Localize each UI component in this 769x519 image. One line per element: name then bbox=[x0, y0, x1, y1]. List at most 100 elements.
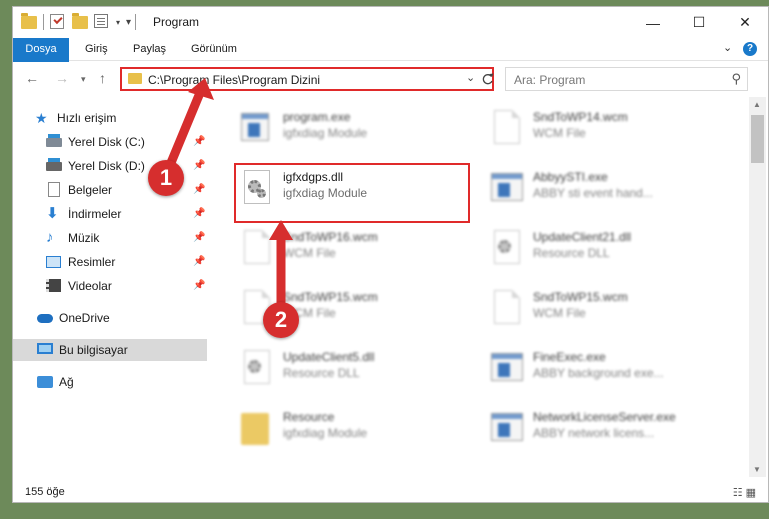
file-name: FineExec.exe bbox=[533, 350, 606, 364]
file-description: WCM File bbox=[283, 246, 336, 260]
scroll-down-icon[interactable]: ▼ bbox=[753, 465, 761, 474]
sidebar-item-downloads[interactable]: ⬇ İndirmeler 📌 bbox=[13, 203, 207, 225]
dll-gear-icon bbox=[241, 347, 273, 387]
up-button[interactable]: ↑ bbox=[99, 70, 106, 86]
file-list: program.exe igfxdiag Module igfxdgps.dll… bbox=[209, 97, 749, 477]
folder-icon bbox=[128, 73, 142, 84]
sidebar-item-pictures[interactable]: Resimler 📌 bbox=[13, 251, 207, 273]
file-item[interactable]: FineExec.exe ABBY background exe... bbox=[483, 343, 723, 391]
file-name: UpdateClient5.dll bbox=[283, 350, 375, 364]
cloud-icon bbox=[37, 310, 53, 326]
chevron-down-icon[interactable]: ▾ bbox=[116, 18, 120, 27]
forward-button[interactable]: → bbox=[55, 70, 69, 86]
properties-icon[interactable] bbox=[94, 14, 110, 30]
sidebar-item-label: İndirmeler bbox=[68, 207, 122, 221]
help-icon[interactable]: ? bbox=[743, 42, 757, 56]
sidebar-item-label: Videolar bbox=[68, 279, 112, 293]
executable-icon bbox=[491, 407, 523, 447]
scroll-up-icon[interactable]: ▲ bbox=[753, 100, 761, 109]
sidebar-item-network[interactable]: Ağ bbox=[13, 371, 207, 393]
search-box[interactable]: Ara: Program ⚲ bbox=[505, 67, 748, 91]
properties-check-icon[interactable] bbox=[50, 14, 66, 30]
pin-icon[interactable]: 📌 bbox=[193, 232, 205, 243]
file-name: Resource bbox=[283, 410, 335, 424]
file-icon bbox=[491, 107, 523, 147]
scrollbar-thumb[interactable] bbox=[751, 115, 764, 163]
file-item[interactable]: SndToWP15.wcm WCM File bbox=[483, 283, 723, 331]
sidebar-item-this-pc[interactable]: Bu bilgisayar bbox=[13, 339, 207, 361]
file-name: SndToWP15.wcm bbox=[283, 290, 378, 304]
file-description: ABBY sti event hand... bbox=[533, 186, 653, 200]
sidebar-item-local-disk-c[interactable]: Yerel Disk (C:) 📌 bbox=[13, 131, 207, 153]
sidebar-item-label: Belgeler bbox=[68, 183, 113, 197]
sidebar-item-label: Bu bilgisayar bbox=[59, 343, 128, 357]
expand-ribbon-icon[interactable]: ⌄ bbox=[723, 41, 732, 54]
pin-icon[interactable]: 📌 bbox=[193, 160, 205, 171]
file-item[interactable]: SndToWP16.wcm WCM File bbox=[233, 223, 473, 271]
dll-gear-icon bbox=[491, 227, 523, 267]
file-name: NetworkLicenseServer.exe bbox=[533, 410, 676, 424]
pin-icon[interactable]: 📌 bbox=[193, 208, 205, 219]
search-icon[interactable]: ⚲ bbox=[731, 71, 741, 87]
document-icon bbox=[46, 182, 62, 198]
pin-icon[interactable]: 📌 bbox=[193, 256, 205, 267]
file-name: AbbyySTI.exe bbox=[533, 170, 608, 184]
sidebar-item-label: Müzik bbox=[68, 231, 100, 245]
file-name: SndToWP14.wcm bbox=[533, 110, 628, 124]
file-item[interactable]: Resource igfxdiag Module bbox=[233, 403, 473, 451]
file-description: WCM File bbox=[533, 126, 586, 140]
film-icon bbox=[46, 278, 62, 294]
minimize-button[interactable]: — bbox=[630, 7, 676, 38]
file-description: WCM File bbox=[533, 306, 586, 320]
hard-drive-icon bbox=[46, 134, 62, 150]
file-item[interactable]: SndToWP14.wcm WCM File bbox=[483, 103, 723, 151]
sidebar-item-quick-access[interactable]: ★ Hızlı erişim bbox=[13, 107, 207, 129]
file-item[interactable]: AbbyySTI.exe ABBY sti event hand... bbox=[483, 163, 723, 211]
recent-locations-icon[interactable]: ▾ bbox=[81, 74, 86, 85]
address-bar[interactable]: C:\Program Files\Program Dizini ⌄ bbox=[120, 67, 494, 91]
back-button[interactable]: ← bbox=[25, 70, 39, 86]
file-description: ABBY network licens... bbox=[533, 426, 655, 440]
file-item[interactable]: program.exe igfxdiag Module bbox=[233, 103, 473, 151]
file-item[interactable]: UpdateClient21.dll Resource DLL bbox=[483, 223, 723, 271]
pin-icon[interactable]: 📌 bbox=[193, 136, 205, 147]
chevron-down-icon[interactable]: ⌄ bbox=[466, 71, 475, 84]
tab-view[interactable]: Görünüm bbox=[179, 38, 249, 61]
file-name: SndToWP16.wcm bbox=[283, 230, 378, 244]
file-description: Resource DLL bbox=[283, 366, 360, 380]
window-title: Program bbox=[153, 15, 200, 29]
pin-icon[interactable]: 📌 bbox=[193, 280, 205, 291]
sidebar-item-videos[interactable]: Videolar 📌 bbox=[13, 275, 207, 297]
executable-icon bbox=[491, 347, 523, 387]
file-icon bbox=[241, 227, 273, 267]
refresh-icon[interactable] bbox=[482, 69, 494, 89]
pin-icon[interactable]: 📌 bbox=[193, 184, 205, 195]
ribbon: Dosya Giriş Paylaş Görünüm ⌄ ? bbox=[13, 38, 768, 86]
music-note-icon: ♪ bbox=[46, 229, 54, 246]
tab-home[interactable]: Giriş bbox=[73, 38, 120, 61]
sidebar-item-music[interactable]: ♪ Müzik 📌 bbox=[13, 227, 207, 249]
explorer-window: ▾ ▾ Program — ☐ ✕ Dosya Giriş Paylaş Gör… bbox=[12, 6, 769, 503]
step-badge-1: 1 bbox=[148, 160, 184, 196]
vertical-scrollbar[interactable]: ▲ ▼ bbox=[749, 97, 766, 477]
view-toggle-icons[interactable]: ☷ ▦ bbox=[733, 486, 756, 499]
new-folder-icon[interactable] bbox=[72, 13, 88, 30]
maximize-button[interactable]: ☐ bbox=[676, 7, 722, 38]
search-placeholder: Ara: Program bbox=[514, 73, 586, 87]
sidebar-item-label: Resimler bbox=[68, 255, 116, 269]
file-name: UpdateClient21.dll bbox=[533, 230, 632, 244]
tab-share[interactable]: Paylaş bbox=[121, 38, 178, 61]
divider bbox=[43, 14, 44, 30]
star-icon: ★ bbox=[35, 110, 48, 126]
network-icon bbox=[37, 374, 53, 390]
file-description: Resource DLL bbox=[533, 246, 610, 260]
file-item[interactable]: NetworkLicenseServer.exe ABBY network li… bbox=[483, 403, 723, 451]
status-bar: 155 öğe ☷ ▦ bbox=[13, 483, 768, 502]
sidebar-item-onedrive[interactable]: OneDrive bbox=[13, 307, 207, 329]
sidebar-item-label: Yerel Disk (C:) bbox=[68, 135, 145, 149]
close-button[interactable]: ✕ bbox=[722, 7, 768, 38]
file-item[interactable]: UpdateClient5.dll Resource DLL bbox=[233, 343, 473, 391]
customize-toolbar-icon[interactable]: ▾ bbox=[126, 17, 131, 28]
sidebar-item-label: Yerel Disk (D:) bbox=[68, 159, 145, 173]
folder-icon bbox=[21, 13, 37, 30]
